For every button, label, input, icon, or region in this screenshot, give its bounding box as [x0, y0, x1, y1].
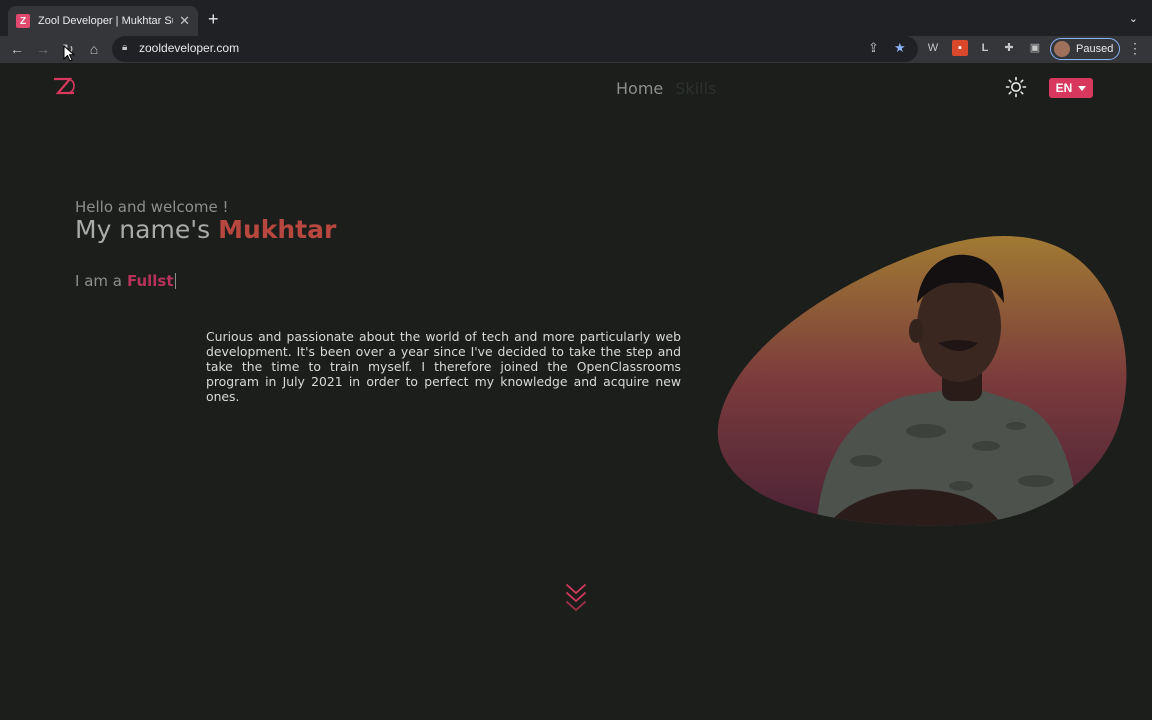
browser-tab[interactable]: Z Zool Developer | Mukhtar Sula ✕ — [8, 6, 198, 36]
language-dropdown[interactable]: EN — [1049, 78, 1093, 98]
bookmark-star-icon[interactable]: ★ — [894, 40, 906, 56]
profile-status: Paused — [1076, 43, 1114, 55]
address-bar[interactable]: 🔒︎ zooldeveloper.com ⇪ ★ — [112, 36, 918, 62]
typed-role: Fullst — [126, 272, 174, 290]
avatar — [1054, 41, 1070, 57]
bio-paragraph: Curious and passionate about the world o… — [206, 329, 681, 404]
zool-logo-icon[interactable] — [52, 77, 76, 95]
role-line: I am a Fullst — [75, 272, 176, 290]
more-menu-icon[interactable]: ⋮ — [1128, 40, 1142, 57]
extension-red-icon[interactable]: ▪ — [952, 40, 968, 56]
tab-title: Zool Developer | Mukhtar Sula — [38, 15, 174, 27]
extension-l-icon[interactable]: L — [977, 40, 993, 56]
tab-search-chevron-icon[interactable]: ⌄ — [1129, 12, 1138, 25]
lock-icon: 🔒︎ — [122, 42, 128, 53]
language-label: EN — [1055, 81, 1073, 95]
url-text: zooldeveloper.com — [139, 41, 240, 55]
tab-strip: Z Zool Developer | Mukhtar Sula ✕ + ⌄ — [0, 0, 1152, 36]
name-highlight: Mukhtar — [218, 215, 337, 244]
nav-home-link[interactable]: Home — [616, 79, 663, 98]
close-tab-icon[interactable]: ✕ — [179, 13, 190, 29]
browser-chrome: Z Zool Developer | Mukhtar Sula ✕ + ⌄ ← … — [0, 0, 1152, 63]
theme-toggle-sun-icon[interactable] — [1005, 76, 1027, 98]
extensions-puzzle-icon[interactable]: ✚ — [1001, 40, 1017, 56]
browser-toolbar: ← → ↻ ⌂ 🔒︎ zooldeveloper.com ⇪ ★ W ▪ L ✚… — [0, 36, 1152, 63]
greeting-text: Hello and welcome ! — [75, 198, 229, 216]
forward-icon[interactable]: → — [33, 39, 53, 59]
profile-button[interactable]: Paused — [1050, 38, 1120, 60]
typing-cursor — [174, 273, 176, 289]
mouse-cursor-icon — [63, 45, 75, 62]
nav-skills-link[interactable]: Skills — [675, 79, 716, 98]
home-icon[interactable]: ⌂ — [84, 39, 104, 59]
website: Home Skills EN Hello and welcome ! My na… — [0, 63, 1152, 720]
caret-down-icon — [1078, 85, 1087, 91]
scroll-down-chevrons-icon[interactable] — [565, 583, 587, 617]
back-icon[interactable]: ← — [7, 39, 27, 59]
share-icon[interactable]: ⇪ — [868, 40, 879, 56]
name-prefix: My name's — [75, 215, 219, 244]
new-tab-icon[interactable]: + — [208, 10, 219, 28]
profile-photo — [717, 236, 1127, 526]
main-nav: Home Skills — [616, 79, 716, 98]
side-panel-icon[interactable]: ▣ — [1027, 40, 1043, 56]
site-favicon-icon: Z — [16, 14, 30, 28]
role-prefix: I am a — [75, 272, 122, 290]
name-heading: My name's Mukhtar — [75, 215, 336, 244]
extension-w-icon[interactable]: W — [925, 40, 941, 56]
